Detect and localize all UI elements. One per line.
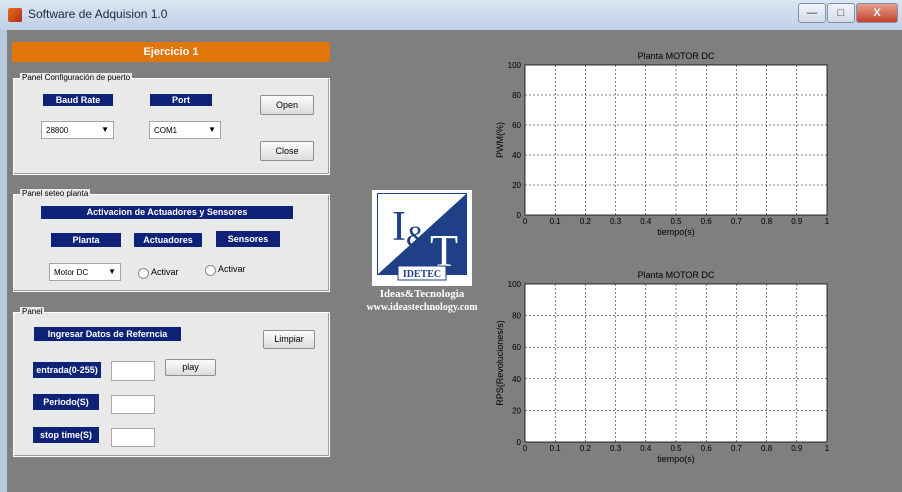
entrada-label: entrada(0-255) [33, 362, 101, 378]
baud-rate-select[interactable]: 28800 ▼ [41, 121, 114, 139]
y-tick-label: 60 [512, 121, 521, 130]
window-frame [0, 30, 7, 492]
stop-time-input[interactable] [111, 428, 155, 447]
minimize-button[interactable]: — [798, 3, 826, 23]
svg-text:I: I [392, 204, 406, 250]
port-config-panel: Panel Configuración de puerto Baud Rate … [13, 73, 330, 175]
y-axis-label: PWM(%) [495, 122, 505, 158]
chevron-down-icon: ▼ [101, 125, 109, 134]
maximize-button[interactable]: □ [827, 3, 855, 23]
x-tick-label: 1 [825, 444, 830, 453]
y-tick-label: 20 [512, 406, 521, 415]
play-button[interactable]: play [165, 359, 216, 376]
sensores-radio[interactable] [205, 265, 216, 276]
exercise-banner: Ejercicio 1 [12, 42, 330, 62]
plot-svg: 0 0.1 0.2 0.3 0.4 0.5 0.6 0.7 0.8 0.9 1 0 20 40 60 80 10… [495, 51, 830, 237]
logo-mark: I & T IDETEC [372, 190, 472, 286]
x-tick-label: 0.9 [791, 217, 803, 226]
x-tick-label: 0.1 [550, 444, 562, 453]
x-tick-label: 0 [523, 217, 528, 226]
reference-data-panel-title: Panel [20, 307, 45, 316]
y-tick-label: 100 [508, 61, 522, 70]
close-button[interactable]: X [856, 3, 898, 23]
plot-svg: 0 0.1 0.2 0.3 0.4 0.5 0.6 0.7 0.8 0.9 1 0 20 40 60 80 10… [495, 270, 830, 464]
x-tick-label: 0.6 [701, 217, 713, 226]
close-port-button[interactable]: Close [260, 141, 314, 161]
chevron-down-icon: ▼ [208, 125, 216, 134]
plant-settings-panel: Panel seteo planta Activacion de Actuado… [13, 189, 330, 292]
periodo-input[interactable] [111, 395, 155, 414]
baud-rate-label: Baud Rate [43, 94, 113, 106]
planta-value: Motor DC [54, 268, 89, 277]
x-tick-label: 0.3 [610, 217, 622, 226]
reference-data-header: Ingresar Datos de Referncia [34, 327, 181, 341]
company-logo: I & T IDETEC Ideas&Tecnologia www.ideast… [358, 190, 486, 320]
x-tick-label: 0.7 [731, 217, 743, 226]
plot-title: Planta MOTOR DC [638, 51, 715, 61]
plant-settings-panel-title: Panel seteo planta [20, 189, 91, 198]
plot-area [524, 64, 828, 216]
pwm-plot: 0 0.1 0.2 0.3 0.4 0.5 0.6 0.7 0.8 0.9 1 0 20 40 60 80 10… [488, 44, 848, 254]
x-tick-label: 0.5 [670, 217, 682, 226]
sensores-label: Sensores [216, 231, 280, 247]
port-value: COM1 [154, 126, 178, 135]
svg-text:&: & [406, 220, 429, 253]
y-tick-label: 80 [512, 91, 521, 100]
x-tick-label: 0.8 [761, 217, 773, 226]
x-tick-label: 0.2 [580, 444, 592, 453]
y-tick-label: 0 [517, 438, 522, 447]
sensores-activar-label: Activar [218, 264, 246, 274]
logo-caption-name: Ideas&Tecnologia [379, 288, 465, 300]
x-tick-label: 0.4 [640, 217, 652, 226]
y-tick-label: 100 [508, 280, 522, 289]
x-tick-label: 0.9 [791, 444, 803, 453]
app-icon [8, 8, 22, 22]
port-label: Port [150, 94, 212, 106]
window-title: Software de Adquision 1.0 [28, 7, 168, 21]
actuadores-label: Actuadores [134, 233, 202, 247]
plot-area [524, 283, 828, 443]
x-tick-label: 0.1 [550, 217, 562, 226]
x-tick-label: 0.5 [670, 444, 682, 453]
x-tick-label: 0.6 [701, 444, 713, 453]
actuadores-activar-label: Activar [151, 267, 179, 277]
logo-caption-url: www.ideastechnology.com [366, 302, 478, 313]
open-button[interactable]: Open [260, 95, 314, 115]
periodo-label: Periodo(S) [33, 394, 99, 410]
y-tick-label: 40 [512, 375, 521, 384]
x-tick-label: 0.3 [610, 444, 622, 453]
y-tick-label: 40 [512, 151, 521, 160]
planta-label: Planta [51, 233, 121, 247]
y-tick-label: 0 [517, 211, 522, 220]
y-tick-label: 60 [512, 343, 521, 352]
planta-select[interactable]: Motor DC ▼ [49, 263, 121, 281]
window-controls: — □ X [797, 3, 898, 23]
y-tick-label: 80 [512, 312, 521, 321]
x-axis-label: tiempo(s) [657, 454, 695, 464]
chevron-down-icon: ▼ [108, 267, 116, 276]
rps-plot: 0 0.1 0.2 0.3 0.4 0.5 0.6 0.7 0.8 0.9 1 0 20 40 60 80 10… [488, 262, 848, 478]
x-tick-label: 0.7 [731, 444, 743, 453]
limpiar-button[interactable]: Limpiar [263, 330, 315, 349]
x-tick-label: 1 [825, 217, 830, 226]
reference-data-panel: Panel Ingresar Datos de Referncia Limpia… [13, 307, 330, 457]
x-tick-label: 0 [523, 444, 528, 453]
x-tick-label: 0.8 [761, 444, 773, 453]
window-titlebar: Software de Adquision 1.0 — □ X [0, 0, 902, 31]
port-select[interactable]: COM1 ▼ [149, 121, 221, 139]
x-axis-label: tiempo(s) [657, 227, 695, 237]
x-tick-label: 0.2 [580, 217, 592, 226]
logo-inner-text: IDETEC [403, 269, 441, 280]
plot-title: Planta MOTOR DC [638, 270, 715, 280]
port-config-panel-title: Panel Configuración de puerto [20, 73, 133, 82]
y-tick-label: 20 [512, 181, 521, 190]
actuators-sensors-header: Activacion de Actuadores y Sensores [41, 206, 293, 219]
baud-rate-value: 28800 [46, 126, 69, 135]
actuadores-radio[interactable] [138, 268, 149, 279]
stop-time-label: stop time(S) [33, 427, 99, 443]
entrada-input[interactable] [111, 361, 155, 381]
x-tick-label: 0.4 [640, 444, 652, 453]
y-axis-label: RPS(Revoluciones/s) [495, 320, 505, 406]
